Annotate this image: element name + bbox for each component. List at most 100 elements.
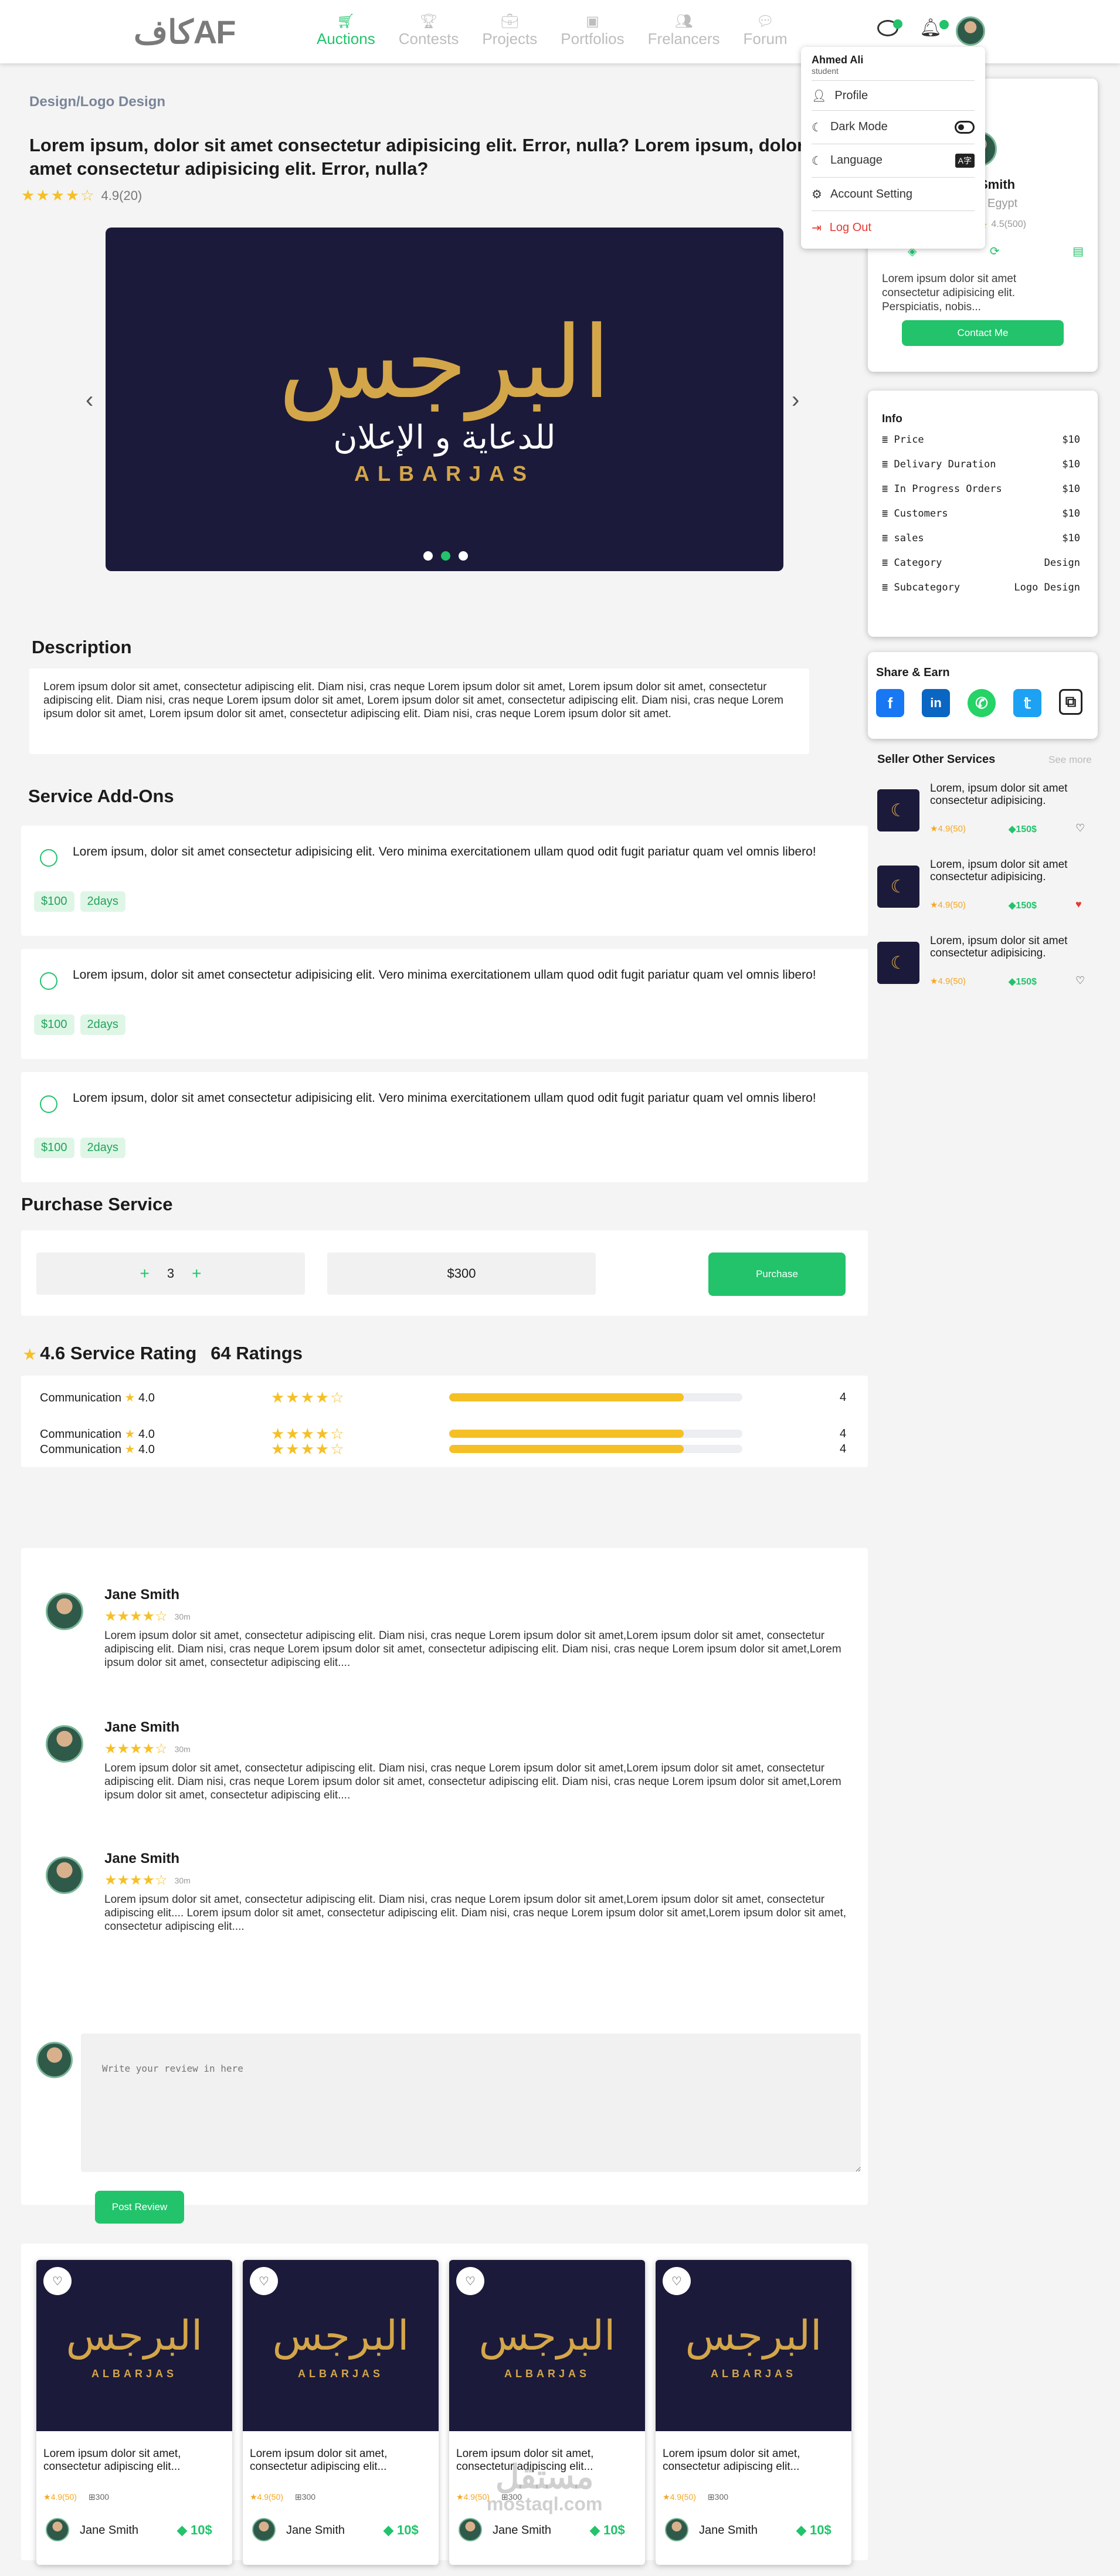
- dot-indicator[interactable]: [459, 551, 468, 561]
- nav-freelancers[interactable]: 👥︎ Frelancers: [648, 13, 720, 48]
- related-rating: 4.9(50): [50, 2492, 77, 2502]
- reviewer-name[interactable]: Jane Smith: [104, 1587, 179, 1603]
- menu-profile[interactable]: 👤︎ Profile: [812, 81, 975, 110]
- related-seller-name[interactable]: Jane Smith: [699, 2524, 758, 2537]
- bell-icon[interactable]: 🔔︎: [919, 18, 949, 38]
- gallery-dots: [423, 551, 468, 561]
- related-meta: ★4.9(50) ⊞300: [43, 2492, 109, 2502]
- related-price: ◆ 10$: [177, 2523, 212, 2538]
- menu-logout[interactable]: ⇥ Log Out: [812, 211, 975, 244]
- nav-contests[interactable]: 🏆︎ Contests: [399, 13, 459, 48]
- logo-latin-text: ALBARJAS: [91, 2367, 177, 2380]
- dot-indicator-active[interactable]: [441, 551, 450, 561]
- reviewer-avatar[interactable]: [46, 1857, 83, 1894]
- dot-indicator[interactable]: [423, 551, 433, 561]
- service-thumbnail: ☾: [877, 942, 919, 984]
- translate-icon[interactable]: A字: [955, 154, 975, 168]
- related-service-card[interactable]: البرجس ALBARJAS ♡ Lorem ipsum dolor sit …: [656, 2260, 851, 2565]
- seller-avatar[interactable]: [252, 2518, 276, 2541]
- addon-radio[interactable]: [40, 849, 57, 867]
- breadcrumb[interactable]: Design/Logo Design: [29, 94, 165, 110]
- heart-icon[interactable]: ♡: [1075, 822, 1085, 834]
- linkedin-icon[interactable]: in: [922, 689, 950, 717]
- messages-icon[interactable]: [877, 19, 902, 36]
- whatsapp-icon[interactable]: ✆: [968, 689, 996, 717]
- menu-label: Account Setting: [830, 187, 913, 201]
- addon-radio[interactable]: [40, 972, 57, 990]
- cart-icon: ⊞: [294, 2492, 302, 2502]
- service-text: Lorem, ipsum dolor sit amet consectetur …: [930, 935, 1068, 959]
- logo-artwork: البرجس للدعاية و الإعلان ALBARJAS: [106, 228, 783, 571]
- heart-filled-icon[interactable]: ♥: [1075, 898, 1082, 911]
- star-icon: ★: [930, 900, 938, 910]
- service-thumbnail: ☾: [877, 866, 919, 908]
- heart-icon[interactable]: ♡: [1075, 975, 1085, 987]
- info-row-price: ≣ Price $10: [882, 434, 1080, 446]
- menu-dark-mode[interactable]: ☾ Dark Mode: [812, 111, 975, 144]
- addon-radio[interactable]: [40, 1095, 57, 1113]
- service-text: Lorem, ipsum dolor sit amet consectetur …: [930, 782, 1068, 807]
- favorite-button[interactable]: ♡: [250, 2267, 278, 2295]
- user-avatar[interactable]: [956, 16, 985, 46]
- other-service-item[interactable]: ☾ Lorem, ipsum dolor sit amet consectetu…: [877, 935, 1098, 999]
- service-text: Lorem, ipsum dolor sit amet consectetur …: [930, 858, 1068, 883]
- menu-label: Profile: [834, 89, 868, 102]
- facebook-icon[interactable]: f: [876, 689, 904, 717]
- dark-mode-toggle[interactable]: [955, 121, 975, 134]
- addon-card[interactable]: Lorem ipsum, dolor sit amet consectetur …: [21, 826, 868, 936]
- price-text: 150$: [1016, 901, 1037, 911]
- post-review-button[interactable]: Post Review: [95, 2191, 184, 2224]
- nav-forum[interactable]: 💬︎ Forum: [743, 13, 787, 48]
- related-seller-name[interactable]: Jane Smith: [286, 2524, 345, 2537]
- reviews-card: Jane Smith ★★★★☆ 30m Lorem ipsum dolor s…: [21, 1548, 868, 2205]
- copy-icon[interactable]: ⧉: [1059, 689, 1082, 715]
- stack-icon: ≣: [882, 508, 894, 520]
- info-row-sales: ≣ sales $10: [882, 532, 1080, 544]
- related-service-card[interactable]: البرجس ALBARJAS ♡ Lorem ipsum dolor sit …: [449, 2260, 645, 2565]
- nav-projects[interactable]: 💼︎ Projects: [482, 13, 537, 48]
- nav-portfolios[interactable]: ▣ Portfolios: [561, 13, 624, 48]
- nav-auctions[interactable]: 🛒︎ Auctions: [317, 13, 375, 48]
- addon-card[interactable]: Lorem ipsum, dolor sit amet consectetur …: [21, 949, 868, 1059]
- dropdown-user-name: Ahmed Ali: [812, 54, 864, 66]
- favorite-button[interactable]: ♡: [456, 2267, 484, 2295]
- related-rating: 4.9(50): [257, 2492, 283, 2502]
- gallery-next-button[interactable]: ›: [792, 387, 799, 413]
- info-value: Logo Design: [1014, 582, 1080, 593]
- review-textarea[interactable]: [81, 2034, 861, 2172]
- related-service-card[interactable]: البرجس ALBARJAS ♡ Lorem ipsum dolor sit …: [36, 2260, 232, 2565]
- related-seller-name[interactable]: Jane Smith: [80, 2524, 138, 2537]
- seller-avatar[interactable]: [46, 2518, 69, 2541]
- seller-avatar[interactable]: [665, 2518, 688, 2541]
- reviewer-avatar[interactable]: [46, 1725, 83, 1763]
- related-service-card[interactable]: البرجس ALBARJAS ♡ Lorem ipsum dolor sit …: [243, 2260, 439, 2565]
- reviewer-name[interactable]: Jane Smith: [104, 1851, 179, 1867]
- see-more-link[interactable]: See more: [1048, 754, 1092, 766]
- related-seller-name[interactable]: Jane Smith: [493, 2524, 551, 2537]
- increment-button[interactable]: +: [192, 1264, 201, 1283]
- seller-avatar[interactable]: [459, 2518, 482, 2541]
- main-nav: 🛒︎ Auctions 🏆︎ Contests 💼︎ Projects ▣ Po…: [317, 13, 788, 48]
- menu-label: Language: [830, 153, 883, 167]
- info-label: Category: [894, 557, 942, 569]
- logo-sub-text: للدعاية و الإعلان: [333, 418, 556, 457]
- twitter-icon[interactable]: 𝕥: [1013, 689, 1041, 717]
- favorite-button[interactable]: ♡: [43, 2267, 72, 2295]
- menu-language[interactable]: ☾ Language A字: [812, 144, 975, 177]
- addon-card[interactable]: Lorem ipsum, dolor sit amet consectetur …: [21, 1072, 868, 1182]
- purchase-heading: Purchase Service: [21, 1194, 173, 1214]
- addon-tags: $100 2days: [34, 1014, 125, 1035]
- reviewer-name[interactable]: Jane Smith: [104, 1719, 179, 1736]
- menu-account-setting[interactable]: ⚙ Account Setting: [812, 178, 975, 211]
- site-logo[interactable]: كافAF: [134, 13, 236, 52]
- reviewer-avatar[interactable]: [46, 1593, 83, 1630]
- other-service-item[interactable]: ☾ Lorem, ipsum dolor sit amet consectetu…: [877, 858, 1098, 923]
- cart-icon: ⊞: [707, 2492, 715, 2502]
- other-service-item[interactable]: ☾ Lorem, ipsum dolor sit amet consectetu…: [877, 782, 1098, 847]
- purchase-button[interactable]: Purchase: [708, 1253, 846, 1296]
- decrement-button[interactable]: +: [140, 1264, 150, 1283]
- gallery-prev-button[interactable]: ‹: [86, 387, 93, 413]
- contact-me-button[interactable]: Contact Me: [902, 320, 1064, 346]
- rating-label: Communication: [40, 1391, 121, 1404]
- favorite-button[interactable]: ♡: [663, 2267, 691, 2295]
